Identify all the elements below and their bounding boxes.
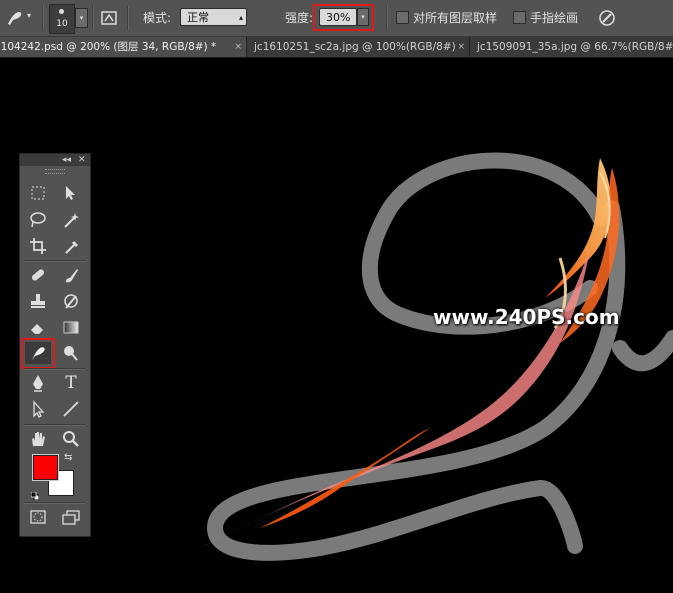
close-icon[interactable]: × [234,37,242,57]
tool-divider [24,260,86,262]
sample-all-layers-checkbox[interactable] [396,11,409,24]
tools-panel-header[interactable]: ◂◂ ✕ [20,154,90,166]
brush-tip-icon [59,9,64,14]
finger-painting-checkbox[interactable] [513,11,526,24]
brush-size-picker[interactable]: 10 [49,4,75,34]
mode-label: 模式: [143,11,172,25]
lasso-tool-icon[interactable] [25,209,51,231]
sample-all-layers-label: 对所有图层取样 [413,11,498,25]
eraser-tool-icon[interactable] [25,316,51,338]
eyedropper-tool-icon[interactable] [58,235,84,257]
line-tool-icon[interactable] [58,398,84,420]
strength-highlight-box [313,4,374,31]
finger-painting-label: 手指绘画 [530,11,579,25]
strength-label: 强度: [285,11,314,25]
screen-mode-icon[interactable] [58,506,84,528]
tool-divider [24,424,86,426]
mode-select[interactable]: 正常 ▴ [180,8,247,26]
swap-colors-icon[interactable]: ⇆ [64,452,72,463]
brush-tool-icon[interactable] [58,264,84,286]
document-tabs: 0104242.psd @ 200% (图层 34, RGB/8#) * × j… [0,37,673,58]
brush-picker-arrow[interactable]: ▾ [75,8,88,28]
gradient-tool-icon[interactable] [58,316,84,338]
marquee-tool-icon[interactable] [25,182,51,204]
hand-tool-icon[interactable] [25,428,51,450]
move-tool-icon[interactable] [58,182,84,204]
pressure-icon[interactable] [597,8,617,28]
zoom-tool-icon[interactable] [58,428,84,450]
tab-label: jc1610251_sc2a.jpg @ 100%(RGB/8#) [254,41,456,53]
preset-dropdown-arrow[interactable]: ▾ [27,11,31,20]
quick-mask-icon[interactable] [25,506,51,528]
history-brush-tool-icon[interactable] [58,290,84,312]
default-colors-icon[interactable] [30,485,40,501]
pen-tool-icon[interactable] [25,372,51,394]
tool-divider [24,368,86,370]
mode-value: 正常 [187,11,209,24]
tab-document-2[interactable]: jc1610251_sc2a.jpg @ 100%(RGB/8#) × [248,37,470,57]
tools-panel: ◂◂ ✕ T ⇆ [19,153,91,537]
document-canvas[interactable]: www.240PS.com [0,58,673,593]
tool-divider [24,502,86,504]
magic-wand-tool-icon[interactable] [58,209,84,231]
crop-tool-icon[interactable] [25,235,51,257]
type-tool-icon[interactable]: T [58,372,84,394]
grip-icon [45,169,65,174]
dodge-tool-icon[interactable] [58,342,84,364]
brush-size-value: 10 [56,19,68,29]
foreground-color-swatch[interactable] [32,454,59,481]
close-icon[interactable]: × [457,37,465,57]
smudge-tool-highlight-box [21,338,55,369]
tab-label: 0104242.psd @ 200% (图层 34, RGB/8#) * [0,41,217,53]
watermark-text: www.240PS.com [433,305,620,329]
healing-brush-tool-icon[interactable] [25,264,51,286]
tab-document-3[interactable]: jc1509091_35a.jpg @ 66.7%(RGB/8#) [471,37,673,57]
clone-stamp-tool-icon[interactable] [25,290,51,312]
brush-panel-toggle-icon[interactable] [100,9,118,27]
options-bar: ▾ 10 ▾ 模式: 正常 ▴ 强度: 30% ▾ 对所有图层取样 手指绘画 [0,0,673,37]
path-selection-tool-icon[interactable] [25,398,51,420]
collapse-icon[interactable]: ◂◂ [62,154,71,166]
tab-document-1[interactable]: 0104242.psd @ 200% (图层 34, RGB/8#) * × [0,37,247,57]
chevron-updown-icon: ▴ [238,13,243,22]
tab-label: jc1509091_35a.jpg @ 66.7%(RGB/8#) [477,41,673,53]
close-icon[interactable]: ✕ [78,154,86,166]
smudge-tool-preset-icon[interactable] [4,8,26,28]
